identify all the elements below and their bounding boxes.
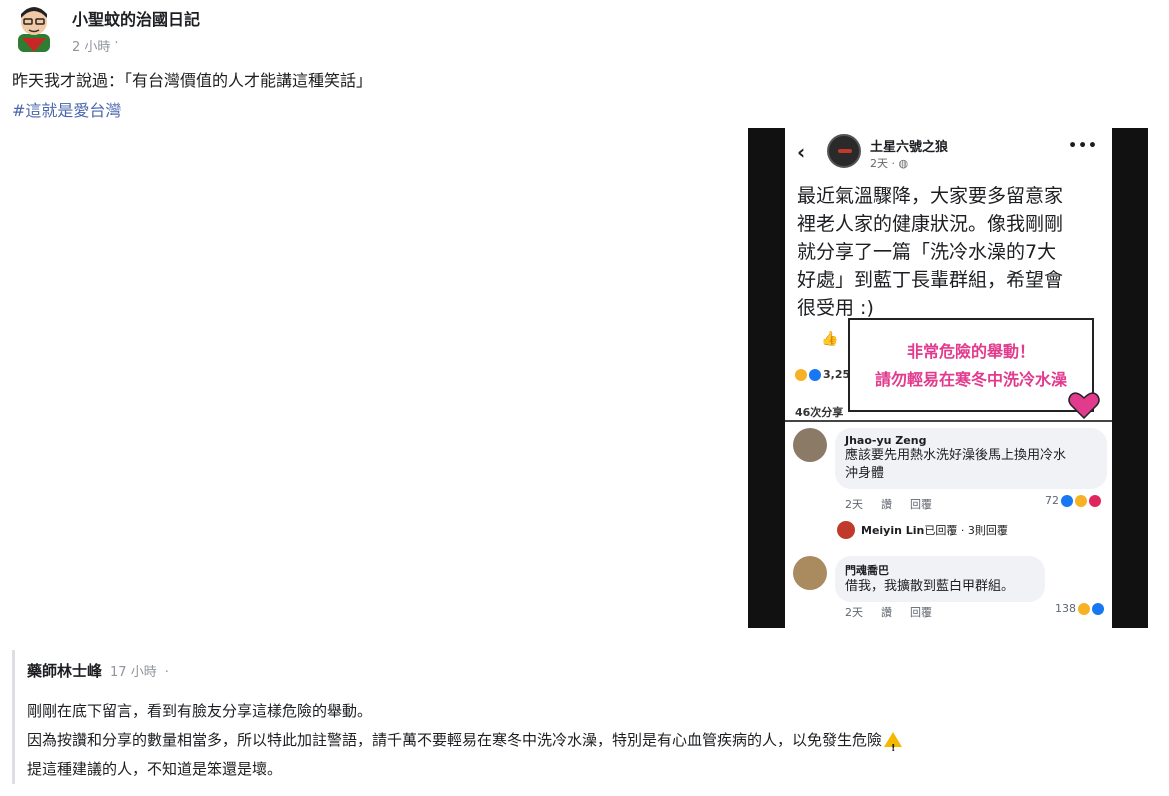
comment-reaction-count: 72 (1045, 494, 1101, 507)
commenter-name: Jhao-yu Zeng (845, 434, 927, 447)
comment-reply: 回覆 (910, 606, 932, 619)
like-emoji-icon (1061, 494, 1073, 507)
reaction-summary: 3,25 (795, 368, 850, 381)
embedded-body-line: 好處」到藍丁長輩群組，希望會 (797, 269, 1064, 291)
share-count: 46次分享 (795, 406, 844, 419)
replier-name: Meiyin Lin (861, 523, 925, 537)
post-text: 昨天我才說過：「有台灣價值的人才能講這種笑話」 #這就是愛台灣 (12, 66, 372, 126)
phone-screenshot: ‹ 土星六號之狼 2天 · ◍ ••• 最近氣溫驟降，大家要多留意家 裡老人家的… (785, 128, 1112, 628)
comment-bubble: Jhao-yu Zeng 應該要先用熱水洗好澡後馬上換用冷水 沖身體 (835, 428, 1107, 489)
commenter-avatar (793, 428, 827, 462)
more-options-icon: ••• (1068, 138, 1098, 154)
quote-separator: · (164, 665, 169, 680)
comment-bubble: 門魂喬巴 借我，我擴散到藍白甲群組。 (835, 556, 1045, 602)
warning-overlay: 非常危險的舉動！ 請勿輕易在寒冬中洗冷水澡 (848, 318, 1094, 412)
replier-avatar (837, 521, 855, 539)
haha-emoji-icon (795, 368, 807, 381)
quote-text-line: 提這種建議的人，不知道是笨還是壞。 (27, 760, 283, 778)
comment-reply: 回覆 (910, 498, 932, 511)
quoted-comment: 藥師林士峰 17 小時 · 剛剛在底下留言，看到有臉友分享這樣危險的舉動。 因為… (12, 650, 1152, 784)
reply-summary-text: 已回覆 · 3則回覆 (924, 524, 1008, 537)
like-emoji-icon (1092, 602, 1104, 615)
comment-reaction-count: 138 (1055, 602, 1104, 615)
post-text-line: 昨天我才說過：「有台灣價值的人才能講這種笑話」 (12, 71, 373, 90)
comment-time: 2天 (845, 606, 863, 619)
commenter-name: 門魂喬巴 (845, 564, 889, 577)
post-author-name[interactable]: 小聖蚊的治國日記 (72, 6, 200, 30)
commenter-avatar (793, 556, 827, 590)
comment-like: 讚 (881, 606, 892, 619)
warning-title: 非常危險的舉動！ (906, 342, 1035, 361)
embedded-body-line: 最近氣溫驟降，大家要多留意家 (797, 185, 1064, 207)
comment-count-value: 72 (1045, 494, 1059, 507)
haha-emoji-icon (1075, 494, 1087, 507)
comment-text: 借我，我擴散到藍白甲群組。 (845, 579, 1015, 594)
embedded-author-avatar (827, 134, 861, 168)
comment-text: 沖身體 (845, 466, 885, 481)
like-icon: 👍 (821, 331, 839, 347)
quote-text-line: 剛剛在底下留言，看到有臉友分享這樣危險的舉動。 (27, 702, 373, 720)
embedded-post-header: ‹ 土星六號之狼 2天 · ◍ ••• (785, 128, 1112, 176)
section-divider (785, 420, 1112, 422)
embedded-post-time: 2天 · ◍ (870, 157, 909, 170)
post-time[interactable]: 2 小時 (72, 36, 110, 55)
shared-screenshot-image[interactable]: ‹ 土星六號之狼 2天 · ◍ ••• 最近氣溫驟降，大家要多留意家 裡老人家的… (748, 128, 1148, 628)
quote-time[interactable]: 17 小時 (110, 661, 157, 680)
haha-emoji-icon (1078, 602, 1090, 615)
embedded-body-line: 就分享了一篇「洗冷水澡的7大 (797, 241, 1057, 263)
reaction-count: 3,25 (823, 368, 851, 381)
embedded-post-body: 最近氣溫驟降，大家要多留意家 裡老人家的健康狀況。像我剛剛 就分享了一篇「洗冷水… (797, 182, 1107, 322)
author-avatar[interactable] (14, 4, 54, 52)
post-header: 小聖蚊的治國日記 2 小時 · (14, 4, 200, 55)
quote-author-name[interactable]: 藥師林士峰 (27, 660, 102, 681)
back-arrow-icon: ‹ (797, 140, 806, 164)
reply-summary: Meiyin Lin 已回覆 · 3則回覆 (837, 521, 1008, 539)
comment-count-value: 138 (1055, 602, 1076, 615)
like-emoji-icon (809, 368, 821, 381)
comment-time: 2天 (845, 498, 863, 511)
comment-text: 應該要先用熱水洗好澡後馬上換用冷水 (845, 448, 1067, 463)
hashtag-link[interactable]: #這就是愛台灣 (12, 96, 372, 126)
embedded-body-line: 裡老人家的健康狀況。像我剛剛 (797, 213, 1064, 235)
comment-actions: 2天 讚 回覆 (845, 604, 932, 620)
comment-actions: 2天 讚 回覆 (845, 496, 932, 512)
comment-like: 讚 (881, 498, 892, 511)
privacy-separator: · (114, 36, 119, 51)
warning-sign-icon (884, 732, 903, 763)
love-emoji-icon (1089, 494, 1101, 507)
warning-subtitle: 請勿輕易在寒冬中洗冷水澡 (874, 370, 1067, 389)
quote-text-line: 因為按讚和分享的數量相當多，所以特此加註警語，請千萬不要輕易在寒冬中洗冷水澡，特… (27, 731, 883, 749)
embedded-author-name: 土星六號之狼 (870, 140, 949, 155)
heart-icon (1068, 392, 1100, 420)
